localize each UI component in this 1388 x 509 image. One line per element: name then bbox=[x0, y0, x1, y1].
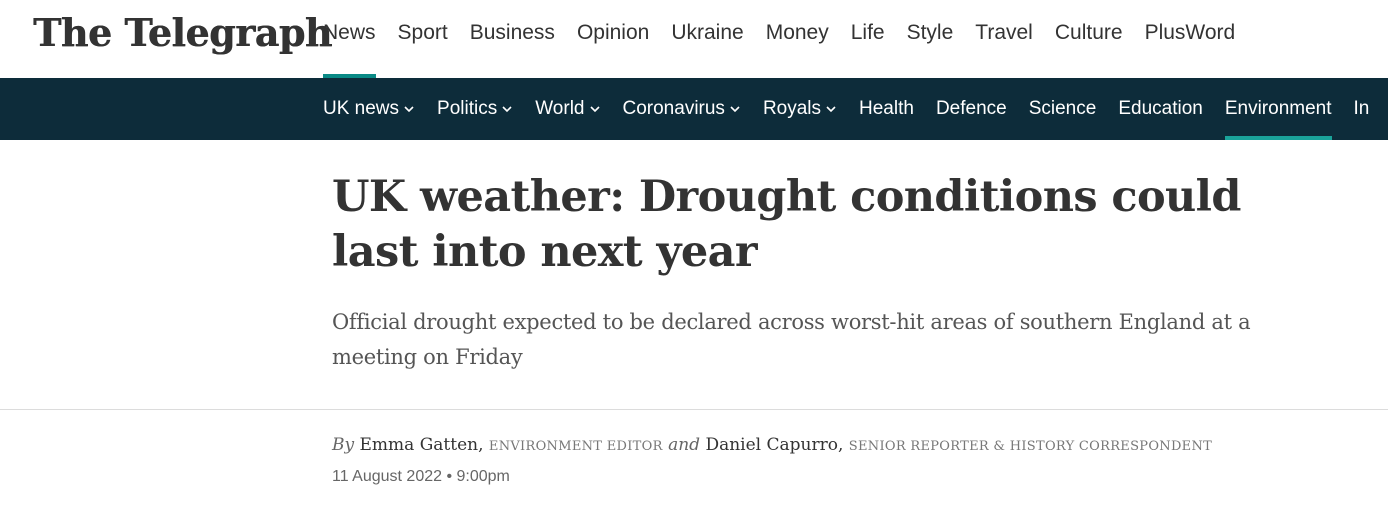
subnav-politics[interactable]: Politics bbox=[437, 78, 513, 140]
chevron-down-icon bbox=[589, 103, 601, 115]
byline-by: By bbox=[332, 435, 355, 455]
primary-nav-plusword[interactable]: PlusWord bbox=[1145, 0, 1236, 78]
subnav-royals[interactable]: Royals bbox=[763, 78, 837, 140]
primary-nav-opinion[interactable]: Opinion bbox=[577, 0, 649, 78]
chevron-down-icon bbox=[403, 103, 415, 115]
subnav-label: Coronavirus bbox=[622, 98, 725, 119]
article-headline: UK weather: Drought conditions could las… bbox=[332, 172, 1241, 277]
article-standfirst: Official drought expected to be declared… bbox=[332, 310, 1251, 369]
primary-nav-sport[interactable]: Sport bbox=[398, 0, 448, 78]
section-nav: UK news Politics World Coronavirus Royal… bbox=[0, 78, 1388, 140]
subnav-defence[interactable]: Defence bbox=[936, 78, 1007, 140]
author-link-emma-gatten[interactable]: Emma Gatten, bbox=[360, 435, 484, 455]
subnav-label: World bbox=[535, 98, 585, 119]
subnav-in[interactable]: In bbox=[1354, 78, 1370, 140]
subnav-label: Politics bbox=[437, 98, 498, 119]
subnav-label: Royals bbox=[762, 98, 822, 119]
subnav-health[interactable]: Health bbox=[859, 78, 914, 140]
subnav-uk-news[interactable]: UK news bbox=[323, 78, 415, 140]
byline: By Emma Gatten, ENVIRONMENT EDITOR and D… bbox=[332, 431, 1212, 461]
author-role: ENVIRONMENT EDITOR bbox=[488, 439, 663, 454]
chevron-down-icon bbox=[825, 103, 837, 115]
primary-nav-ukraine[interactable]: Ukraine bbox=[671, 0, 743, 78]
chevron-down-icon bbox=[501, 103, 513, 115]
primary-nav-travel[interactable]: Travel bbox=[975, 0, 1033, 78]
masthead: The Telegraph News Sport Business Opinio… bbox=[0, 0, 1388, 78]
subnav-coronavirus[interactable]: Coronavirus bbox=[623, 78, 741, 140]
subnav-world[interactable]: World bbox=[535, 78, 600, 140]
divider bbox=[0, 409, 1388, 410]
primary-nav-money[interactable]: Money bbox=[766, 0, 829, 78]
primary-nav-news[interactable]: News bbox=[323, 0, 376, 78]
subnav-education[interactable]: Education bbox=[1118, 78, 1203, 140]
primary-nav-business[interactable]: Business bbox=[470, 0, 555, 78]
author-link-daniel-capurro[interactable]: Daniel Capurro, bbox=[705, 435, 843, 455]
chevron-down-icon bbox=[729, 103, 741, 115]
publish-date: 11 August 2022 • 9:00pm bbox=[332, 468, 510, 485]
subnav-label: UK news bbox=[323, 98, 400, 119]
author-role: SENIOR REPORTER & HISTORY CORRESPONDENT bbox=[848, 439, 1213, 454]
byline-and: and bbox=[668, 435, 701, 455]
primary-nav: News Sport Business Opinion Ukraine Mone… bbox=[323, 0, 1257, 78]
primary-nav-culture[interactable]: Culture bbox=[1055, 0, 1123, 78]
subnav-environment[interactable]: Environment bbox=[1224, 78, 1332, 140]
logo-text: The Telegraph bbox=[33, 10, 332, 55]
subnav-science[interactable]: Science bbox=[1029, 78, 1097, 140]
primary-nav-style[interactable]: Style bbox=[907, 0, 954, 78]
primary-nav-life[interactable]: Life bbox=[851, 0, 885, 78]
